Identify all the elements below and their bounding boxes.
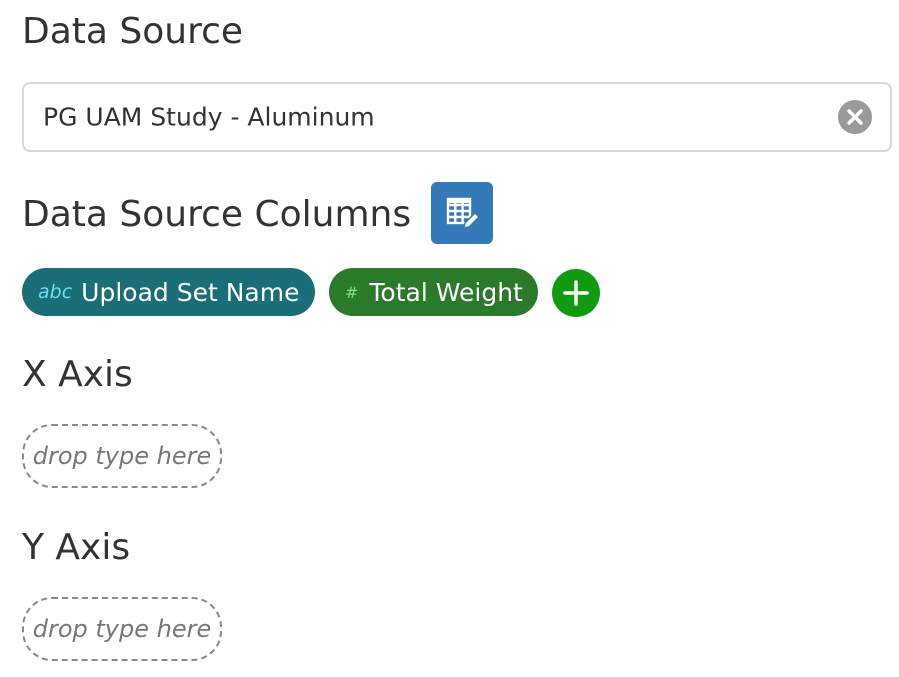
number-type-icon: # — [345, 282, 359, 302]
table-edit-icon — [446, 197, 481, 229]
column-chip-label: Total Weight — [369, 277, 523, 307]
column-chip-upload-set-name[interactable]: abc Upload Set Name — [22, 268, 315, 316]
column-chips: abc Upload Set Name # Total Weight — [22, 268, 722, 317]
data-source-select[interactable]: PG UAM Study - Aluminum — [22, 82, 892, 152]
y-axis-drop-zone[interactable]: drop type here — [22, 597, 222, 661]
add-column-button[interactable] — [552, 269, 600, 317]
close-circle-icon[interactable] — [838, 100, 872, 134]
x-axis-heading: X Axis — [22, 354, 133, 395]
column-chip-total-weight[interactable]: # Total Weight — [329, 268, 538, 316]
y-axis-heading: Y Axis — [22, 527, 131, 568]
data-source-heading: Data Source — [22, 11, 244, 52]
data-source-columns-heading: Data Source Columns — [22, 194, 412, 235]
text-type-icon: abc — [38, 281, 73, 303]
edit-columns-button[interactable] — [431, 182, 493, 244]
x-axis-drop-zone[interactable]: drop type here — [22, 424, 222, 488]
data-source-selected-value: PG UAM Study - Aluminum — [43, 102, 375, 132]
plus-icon — [563, 280, 589, 306]
column-chip-label: Upload Set Name — [81, 277, 300, 307]
